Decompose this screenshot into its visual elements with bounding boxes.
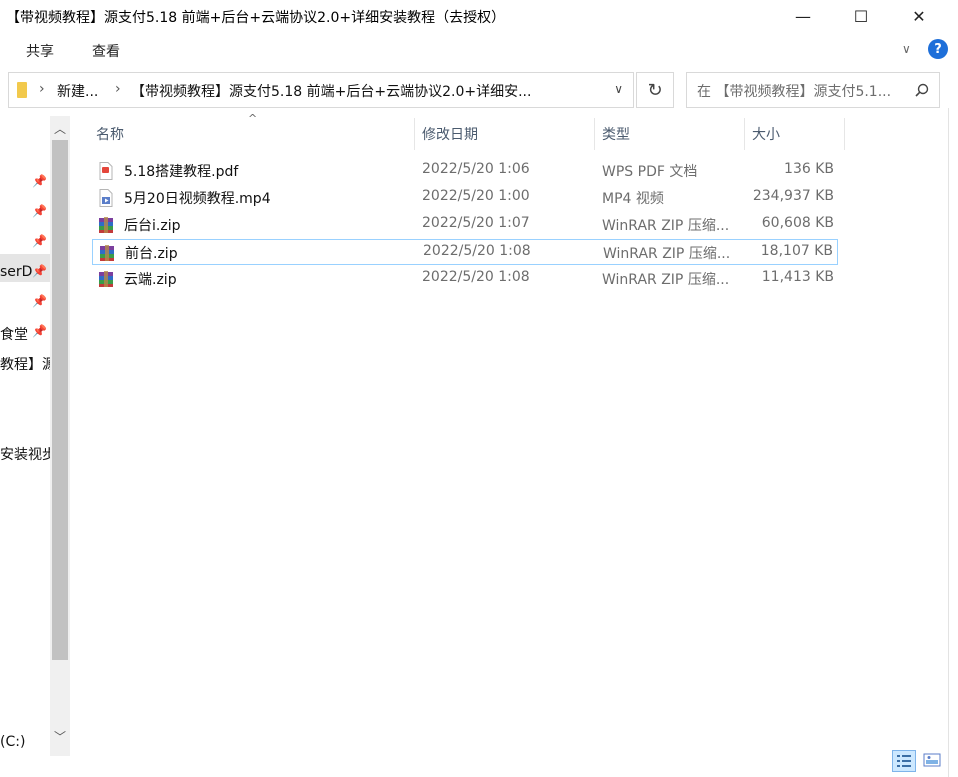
pin-icon: 📌: [32, 294, 47, 308]
breadcrumb-current[interactable]: 【带视频教程】源支付5.18 前端+后台+云端协议2.0+详细安...: [131, 81, 531, 101]
chevron-down-icon[interactable]: ∨: [614, 82, 623, 96]
nav-item-label[interactable]: serD: [0, 264, 32, 280]
file-type: MP4 视频: [602, 191, 664, 207]
file-date: 2022/5/20 1:06: [422, 161, 530, 177]
winrar-icon: [99, 271, 113, 287]
file-size: 18,107 KB: [760, 243, 833, 259]
refresh-button[interactable]: ↻: [636, 72, 674, 108]
file-type: WinRAR ZIP 压缩...: [603, 246, 731, 262]
ribbon-expand-icon[interactable]: ∨: [902, 42, 911, 56]
file-name: 5.18搭建教程.pdf: [124, 164, 239, 180]
file-date: 2022/5/20 1:08: [423, 243, 531, 259]
breadcrumb-separator[interactable]: ›: [39, 81, 45, 97]
column-header-date[interactable]: 修改日期: [422, 124, 478, 144]
tab-share[interactable]: 共享: [26, 41, 54, 61]
background-window-edge: [948, 108, 958, 777]
pin-icon: 📌: [32, 234, 47, 248]
maximize-button[interactable]: ☐: [832, 0, 890, 32]
breadcrumb-separator[interactable]: ›: [115, 81, 121, 97]
file-row[interactable]: 5.18搭建教程.pdf 2022/5/20 1:06 WPS PDF 文档 1…: [92, 158, 838, 184]
refresh-icon: ↻: [647, 79, 663, 101]
minimize-icon: —: [795, 6, 811, 26]
large-icons-view-icon: [923, 753, 941, 767]
folder-icon: [17, 82, 27, 98]
nav-item-label[interactable]: 安装视步: [0, 444, 50, 464]
tab-view[interactable]: 查看: [92, 41, 120, 61]
column-headers: ^ 名称 修改日期 类型 大小: [88, 112, 848, 150]
file-row-selected[interactable]: 前台.zip 2022/5/20 1:08 WinRAR ZIP 压缩... 1…: [92, 239, 838, 265]
file-date: 2022/5/20 1:08: [422, 269, 530, 285]
file-size: 136 KB: [784, 161, 834, 177]
address-bar[interactable]: › 新建... › 【带视频教程】源支付5.18 前端+后台+云端协议2.0+详…: [8, 72, 634, 108]
winrar-icon: [100, 245, 114, 261]
pin-icon: 📌: [32, 174, 47, 188]
file-size: 234,937 KB: [752, 188, 834, 204]
pin-icon: 📌: [32, 324, 47, 338]
file-type: WinRAR ZIP 压缩...: [602, 272, 730, 288]
close-button[interactable]: ✕: [890, 0, 948, 32]
file-name: 前台.zip: [125, 246, 178, 262]
scrollbar-thumb[interactable]: [52, 140, 68, 660]
pin-icon: 📌: [32, 204, 47, 218]
scroll-up-icon[interactable]: ︿: [54, 120, 66, 137]
window-title: 【带视频教程】源支付5.18 前端+后台+云端协议2.0+详细安装教程（去授权）: [6, 10, 506, 26]
column-divider[interactable]: [844, 118, 845, 150]
large-icons-view-button[interactable]: [921, 750, 945, 772]
pdf-icon: [99, 162, 113, 180]
ribbon: 共享 查看 ∨: [0, 32, 958, 66]
pin-icon: 📌: [32, 264, 47, 278]
file-type: WinRAR ZIP 压缩...: [602, 218, 730, 234]
file-name: 后台i.zip: [124, 218, 181, 234]
maximize-icon: ☐: [853, 6, 869, 26]
column-divider[interactable]: [744, 118, 745, 150]
nav-item-label[interactable]: 食堂: [0, 324, 28, 344]
column-divider[interactable]: [594, 118, 595, 150]
scroll-down-icon[interactable]: ﹀: [54, 728, 66, 745]
search-placeholder: 在 【带视频教程】源支付5.1...: [697, 84, 892, 100]
file-row[interactable]: 云端.zip 2022/5/20 1:08 WinRAR ZIP 压缩... 1…: [92, 266, 838, 292]
details-view-icon: [897, 755, 911, 767]
column-header-name[interactable]: 名称: [96, 124, 124, 144]
column-header-size[interactable]: 大小: [752, 124, 780, 144]
file-row[interactable]: 5月20日视频教程.mp4 2022/5/20 1:00 MP4 视频 234,…: [92, 185, 838, 211]
file-name: 云端.zip: [124, 272, 177, 288]
details-view-button[interactable]: [892, 750, 916, 772]
search-icon: [915, 83, 929, 97]
nav-item-label[interactable]: 教程】源: [0, 354, 50, 374]
minimize-button[interactable]: —: [774, 0, 832, 32]
file-type: WPS PDF 文档: [602, 164, 698, 180]
sort-ascending-icon: ^: [248, 112, 258, 125]
help-icon[interactable]: ?: [928, 39, 948, 59]
column-divider[interactable]: [414, 118, 415, 150]
file-size: 11,413 KB: [761, 269, 834, 285]
nav-scrollbar[interactable]: ︿ ﹀: [50, 116, 70, 756]
close-icon: ✕: [912, 6, 926, 26]
file-date: 2022/5/20 1:00: [422, 188, 530, 204]
winrar-icon: [99, 217, 113, 233]
file-date: 2022/5/20 1:07: [422, 215, 530, 231]
column-header-type[interactable]: 类型: [602, 124, 630, 144]
title-bar: 【带视频教程】源支付5.18 前端+后台+云端协议2.0+详细安装教程（去授权）…: [0, 0, 958, 32]
nav-item-drive-c[interactable]: (C:): [0, 734, 25, 750]
video-file-icon: [99, 189, 113, 207]
file-size: 60,608 KB: [761, 215, 834, 231]
file-name: 5月20日视频教程.mp4: [124, 191, 271, 207]
file-row[interactable]: 后台i.zip 2022/5/20 1:07 WinRAR ZIP 压缩... …: [92, 212, 838, 238]
breadcrumb-item[interactable]: 新建...: [57, 81, 98, 101]
navigation-pane: 📌 📌 📌 serD 📌 📌 食堂 📌 教程】源 安装视步 (C:): [0, 116, 50, 756]
search-input[interactable]: 在 【带视频教程】源支付5.1...: [686, 72, 940, 108]
